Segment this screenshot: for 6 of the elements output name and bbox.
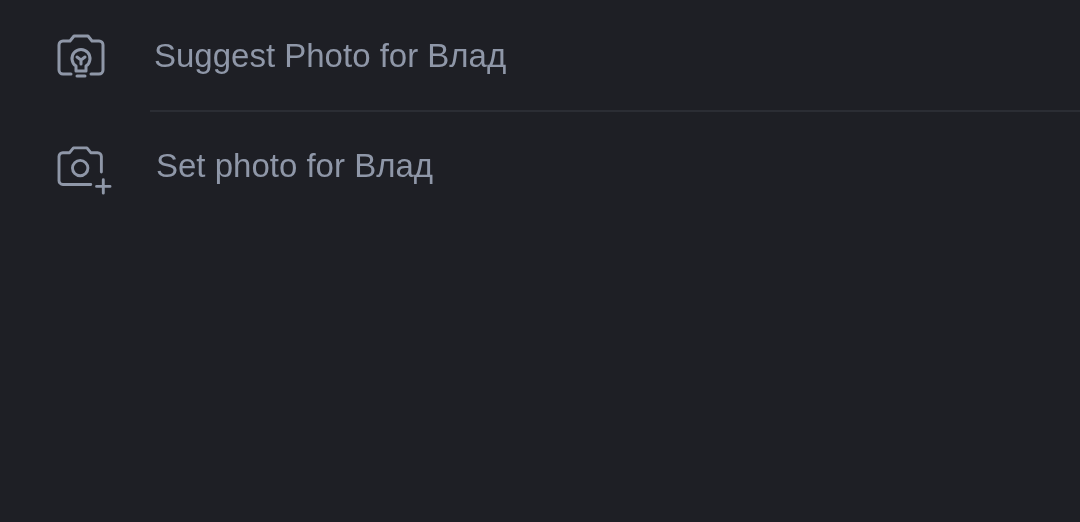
- menu-label: Set photo for Влад: [156, 147, 433, 185]
- menu-label: Suggest Photo for Влад: [154, 37, 507, 75]
- camera-bulb-icon: [56, 33, 106, 79]
- menu-item[interactable]: Set photo for Влад: [0, 112, 1080, 220]
- camera-plus-icon: [56, 145, 114, 197]
- menu-item[interactable]: Suggest Photo for Влад: [0, 2, 1080, 110]
